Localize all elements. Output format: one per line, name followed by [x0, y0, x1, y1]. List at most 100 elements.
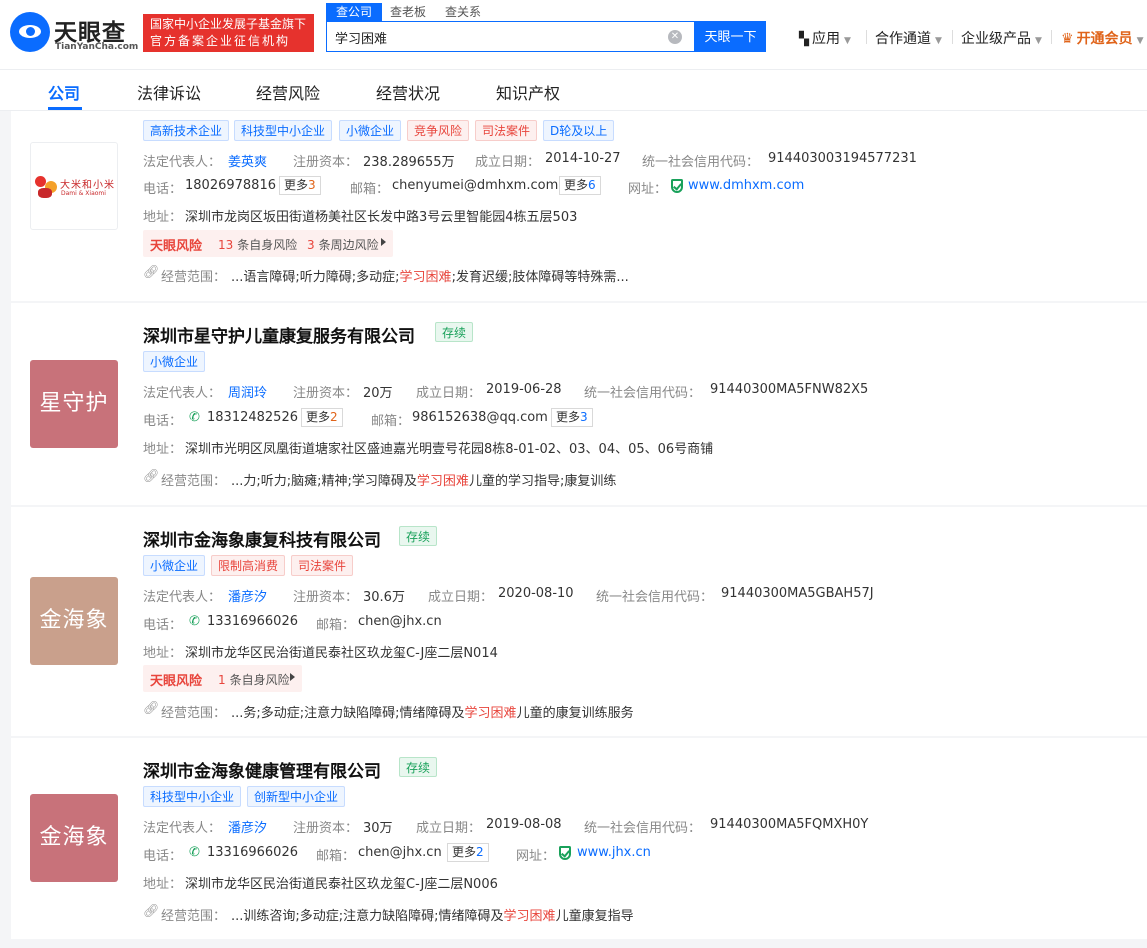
legal-rep-link[interactable]: 潘彦汐 — [228, 817, 267, 836]
label-credit-code: 统一社会信用代码： — [596, 590, 714, 605]
company-name[interactable]: 深圳市金海象康复科技有限公司 — [143, 526, 381, 551]
shield-check-icon — [671, 179, 683, 193]
company-logo[interactable]: 星守护 — [30, 360, 118, 448]
search-input[interactable] — [335, 27, 655, 47]
tag-judicial-case[interactable]: 司法案件 — [475, 120, 538, 141]
label-legal-rep: 法定代表人： — [143, 155, 222, 170]
legal-rep-link[interactable]: 潘彦汐 — [228, 586, 267, 605]
phone-more-button[interactable]: 更多3 — [279, 176, 321, 195]
label-phone: 电话： — [143, 414, 183, 429]
label-legal-rep: 法定代表人： — [143, 821, 222, 836]
email-more-button[interactable]: 更多6 — [559, 176, 601, 195]
credit-code: 914403003194577231 — [768, 151, 917, 166]
tianyancha-logo[interactable]: 天眼查 TianYanCha.com — [10, 12, 139, 54]
founded-date: 2020-08-10 — [498, 586, 574, 601]
company-card: 星守护 深圳市星守护儿童康复服务有限公司 存续 小微企业 法定代表人： 周润玲 … — [11, 303, 1147, 505]
website-link[interactable]: www.dmhxm.com — [688, 178, 804, 193]
label-scope: 经营范围： — [161, 909, 227, 924]
phone-number: 13316966026 — [207, 845, 298, 860]
label-capital: 注册资本： — [293, 590, 359, 605]
logo-figures-icon — [35, 176, 59, 198]
legal-rep-link[interactable]: 姜英爽 — [228, 151, 267, 170]
risk-logo: 天眼风险 — [150, 239, 203, 254]
label-website: 网址： — [516, 849, 556, 864]
founded-date: 2019-06-28 — [486, 382, 562, 397]
risk-summary[interactable]: 天眼风险 1 条自身风险 — [143, 665, 302, 692]
label-phone: 电话： — [143, 182, 183, 197]
tag-tech-sme[interactable]: 科技型中小企业 — [234, 120, 333, 141]
company-logo[interactable]: 金海象 — [30, 794, 118, 882]
company-logo[interactable]: 大米和小米 Dami & Xiaomi — [30, 142, 118, 230]
self-risk-count[interactable]: 1 条自身风险 — [218, 671, 290, 688]
label-credit-code: 统一社会信用代码： — [642, 155, 760, 170]
founded-date: 2014-10-27 — [545, 151, 621, 166]
email-more-button[interactable]: 更多2 — [447, 843, 489, 862]
registered-capital: 30.6万 — [363, 590, 405, 605]
link-icon: 🔗︎ — [143, 469, 160, 484]
address: 深圳市龙华区民治街道民泰社区玖龙玺C-J座二层N006 — [185, 877, 498, 892]
caret-right-icon — [290, 673, 295, 681]
tag-consumption-limit[interactable]: 限制高消费 — [211, 555, 286, 576]
surround-risk-count[interactable]: 3 条周边风险 — [307, 236, 379, 253]
tag-funding-round[interactable]: D轮及以上 — [543, 120, 615, 141]
search-tab-relation[interactable]: 查关系 — [445, 3, 481, 21]
risk-summary[interactable]: 天眼风险 13 条自身风险 3 条周边风险 — [143, 230, 393, 257]
tag-micro[interactable]: 小微企业 — [143, 555, 206, 576]
registered-capital: 30万 — [363, 821, 393, 836]
shield-check-icon — [559, 846, 571, 860]
tab-company[interactable]: 公司 — [48, 80, 80, 104]
tag-innovative-sme[interactable]: 创新型中小企业 — [247, 786, 346, 807]
tag-micro[interactable]: 小微企业 — [339, 120, 402, 141]
logo-brand-sub: Dami & Xiaomi — [61, 190, 106, 197]
registered-capital: 238.289655万 — [363, 155, 455, 170]
company-name[interactable]: 深圳市星守护儿童康复服务有限公司 — [143, 322, 415, 347]
tab-risk[interactable]: 经营风险 — [256, 80, 320, 104]
label-scope: 经营范围： — [161, 474, 227, 489]
website-link[interactable]: www.jhx.cn — [577, 845, 651, 860]
phone-number: 18026978816 — [185, 178, 276, 193]
logo-domain: TianYanCha.com — [55, 42, 139, 52]
nav-vip[interactable]: ♛ 开通会员 ▼ — [1061, 28, 1143, 48]
nav-divider — [952, 30, 953, 44]
tag-micro[interactable]: 小微企业 — [143, 351, 206, 372]
label-founded: 成立日期： — [416, 821, 482, 836]
label-founded: 成立日期： — [428, 590, 494, 605]
company-logo[interactable]: 金海象 — [30, 577, 118, 665]
label-email: 邮箱： — [350, 182, 390, 197]
tab-lawsuit[interactable]: 法律诉讼 — [137, 80, 201, 104]
label-phone: 电话： — [143, 618, 183, 633]
search-box: ✕ — [326, 21, 695, 52]
tab-operation[interactable]: 经营状况 — [376, 80, 440, 104]
email-more-button[interactable]: 更多3 — [551, 408, 593, 427]
legal-rep-link[interactable]: 周润玲 — [228, 382, 267, 401]
search-tab-company[interactable]: 查公司 — [326, 3, 383, 21]
search-button[interactable]: 天眼一下 — [695, 21, 766, 52]
nav-enterprise[interactable]: 企业级产品 ▼ — [961, 28, 1042, 48]
phone-icon: ✆ — [189, 845, 200, 860]
nav-divider — [866, 30, 867, 44]
tag-tech-sme[interactable]: 科技型中小企业 — [143, 786, 242, 807]
phone-more-button[interactable]: 更多2 — [301, 408, 343, 427]
search-tab-boss[interactable]: 查老板 — [390, 3, 426, 21]
nav-enterprise-label: 企业级产品 — [961, 31, 1031, 47]
self-risk-count[interactable]: 13 条自身风险 — [218, 236, 297, 253]
label-capital: 注册资本： — [293, 155, 359, 170]
status-badge: 存续 — [435, 322, 474, 342]
label-website: 网址： — [628, 182, 668, 197]
label-email: 邮箱： — [371, 414, 411, 429]
tab-ip[interactable]: 知识产权 — [496, 80, 560, 104]
credit-code: 91440300MA5GBAH57J — [721, 586, 874, 601]
business-scope: ...力;听力;脑瘫;精神;学习障碍及学习困难儿童的学习指导;康复训练 — [231, 474, 617, 489]
tag-high-tech[interactable]: 高新技术企业 — [143, 120, 230, 141]
nav-apps[interactable]: ▚ 应用 ▼ — [799, 28, 851, 48]
clear-icon[interactable]: ✕ — [668, 30, 682, 44]
phone-number: 18312482526 — [207, 410, 298, 425]
tag-judicial-case[interactable]: 司法案件 — [291, 555, 354, 576]
nav-vip-label: 开通会员 — [1076, 31, 1133, 47]
company-name[interactable]: 深圳市金海象健康管理有限公司 — [143, 757, 381, 782]
company-card: 金海象 深圳市金海象康复科技有限公司 存续 小微企业 限制高消费 司法案件 法定… — [11, 507, 1147, 736]
tag-competition-risk[interactable]: 竞争风险 — [407, 120, 470, 141]
label-credit-code: 统一社会信用代码： — [584, 821, 702, 836]
nav-partner[interactable]: 合作通道 ▼ — [875, 28, 942, 48]
chevron-down-icon: ▼ — [844, 36, 851, 46]
